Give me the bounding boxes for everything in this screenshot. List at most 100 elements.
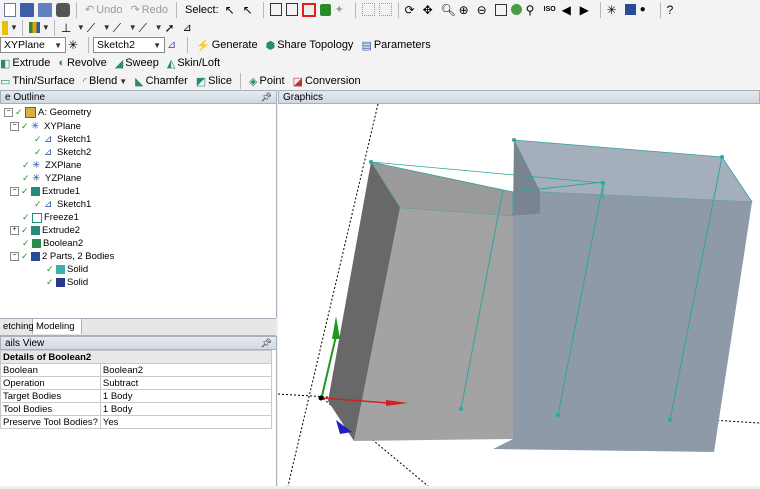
next-view-icon[interactable]: ▶ (580, 3, 594, 17)
select-filter-icon[interactable]: ↖ (243, 3, 257, 17)
property-value[interactable]: Yes (99, 415, 273, 429)
select-points-icon[interactable] (269, 3, 282, 16)
select-mode-icon[interactable]: ↖ (225, 3, 239, 17)
tab-sketching[interactable]: etching (0, 319, 34, 334)
vertex-point[interactable] (668, 418, 672, 422)
redo-button[interactable]: ↷ Redo (127, 1, 173, 19)
save-icon[interactable] (20, 2, 34, 17)
expand-icon[interactable]: + (10, 226, 19, 235)
display-point-icon[interactable]: ● (640, 3, 654, 17)
tree-node-solid-1[interactable]: ✓ Solid (46, 263, 88, 276)
right-block-front-face[interactable] (493, 192, 752, 452)
sweep-button[interactable]: ◢ Sweep (111, 54, 163, 72)
tree-node-extrude1-sketch1[interactable]: ✓ ⊿ Sketch1 (34, 198, 91, 211)
sketch-plane-icon[interactable]: ⊿ (183, 21, 197, 35)
tree-node-yzplane[interactable]: ✓ ✳ YZPlane (22, 172, 81, 185)
tree-node-geometry[interactable]: − ✓ A: Geometry (4, 106, 91, 119)
pointer-icon[interactable]: ➚ (165, 21, 179, 35)
property-value[interactable]: Boolean2 (99, 363, 273, 377)
new-icon[interactable] (4, 2, 16, 17)
thin-surface-button[interactable]: ▭ Thin/Surface (0, 72, 79, 90)
new-sketch-icon[interactable]: ⊿ (167, 38, 181, 52)
collapse-icon[interactable]: − (4, 108, 13, 117)
table-row[interactable]: Tool Bodies 1 Body (0, 402, 273, 416)
plane-select[interactable]: XYPlane ▼ (0, 37, 66, 53)
share-topology-button[interactable]: ⬢ Share Topology (262, 36, 358, 54)
chamfer-button[interactable]: ◣ Chamfer (131, 72, 192, 90)
select-edges-icon[interactable] (285, 3, 298, 16)
slice-button[interactable]: ◩ Slice (192, 72, 236, 90)
pin-icon[interactable]: 📌︎ (261, 92, 272, 103)
screenshot-icon[interactable] (56, 2, 70, 17)
tree-node-boolean2[interactable]: ✓ Boolean2 (22, 237, 83, 250)
save-as-icon[interactable] (38, 2, 52, 17)
zoom-box-icon[interactable] (494, 3, 507, 16)
zoom-out-icon[interactable]: ⊖ (477, 3, 491, 17)
point-button[interactable]: ◈ Point (245, 72, 289, 90)
extend-selection-icon[interactable]: ✦ (335, 3, 349, 17)
undo-button[interactable]: ↶ Undo (81, 1, 127, 19)
table-row[interactable]: Preserve Tool Bodies? Yes (0, 415, 273, 429)
plane-color-icon[interactable] (2, 20, 8, 35)
chevron-down-icon[interactable]: ▼ (10, 23, 18, 32)
select-bodies-icon[interactable] (319, 3, 331, 16)
vertex-point[interactable] (556, 413, 560, 417)
tree-node-zxplane[interactable]: ✓ ✳ ZXPlane (22, 159, 81, 172)
table-row[interactable]: Target Bodies 1 Body (0, 389, 273, 403)
select-faces-icon[interactable] (301, 2, 316, 17)
zoom-fit-icon[interactable] (510, 4, 522, 15)
graph-icon[interactable] (28, 22, 40, 33)
zoom-icon[interactable]: 🔍︎ (441, 3, 456, 17)
rotate-icon[interactable]: ⟳ (405, 3, 419, 17)
help-icon[interactable]: ? (667, 3, 681, 17)
table-row[interactable]: Boolean Boolean2 (0, 363, 273, 377)
table-row[interactable]: Operation Subtract (0, 376, 273, 390)
revolve-button[interactable]: ◐ Revolve (54, 54, 110, 72)
property-value[interactable]: Subtract (99, 376, 273, 390)
property-value[interactable]: 1 Body (99, 402, 273, 416)
tree-node-xyplane[interactable]: − ✓ ✳ XYPlane (10, 120, 81, 133)
iso-view-icon[interactable]: ISO (544, 3, 558, 17)
chevron-down-icon[interactable]: ▼ (155, 23, 163, 32)
parameters-button[interactable]: ▤ Parameters (357, 36, 434, 54)
vertex-point[interactable] (459, 407, 463, 411)
box-select-icon[interactable] (361, 3, 375, 16)
skin-loft-button[interactable]: ◭ Skin/Loft (163, 54, 224, 72)
property-value[interactable]: 1 Body (99, 389, 273, 403)
new-plane-icon[interactable]: ✳ (68, 38, 82, 52)
sketch-edit-icon[interactable]: ⟋ (139, 21, 153, 35)
new-sketch-icon[interactable]: ⟋ (113, 21, 127, 35)
vertex-point[interactable] (601, 181, 605, 185)
display-model-icon[interactable] (624, 4, 636, 15)
tree-node-parts-bodies[interactable]: − ✓ 2 Parts, 2 Bodies (10, 250, 114, 263)
magnifier-icon[interactable]: ⚲ (526, 3, 540, 17)
new-plane-icon[interactable]: ⊥ (61, 21, 75, 35)
box-select-2-icon[interactable] (378, 3, 392, 16)
chevron-down-icon[interactable]: ▼ (77, 23, 85, 32)
blend-button[interactable]: ◜ Blend ▼ (79, 72, 131, 90)
tree-node-sketch1[interactable]: ✓ ⊿ Sketch1 (34, 133, 91, 146)
vertex-point[interactable] (512, 138, 516, 142)
collapse-icon[interactable]: − (10, 122, 19, 131)
pin-icon[interactable]: 📌︎ (261, 338, 272, 349)
tab-modeling[interactable]: Modeling (33, 319, 82, 334)
tree-node-sketch2[interactable]: ✓ ⊿ Sketch2 (34, 146, 91, 159)
chevron-down-icon[interactable]: ▼ (42, 23, 50, 32)
vertex-point[interactable] (369, 160, 373, 164)
extrude-button[interactable]: ◧ Extrude (0, 54, 54, 72)
triad-icon[interactable]: ✳ (607, 3, 621, 17)
previous-view-icon[interactable]: ◀ (562, 3, 576, 17)
conversion-button[interactable]: ◪ Conversion (289, 72, 365, 90)
vertex-point[interactable] (720, 155, 724, 159)
tree-node-solid-2[interactable]: ✓ Solid (46, 276, 88, 289)
collapse-icon[interactable]: − (10, 252, 19, 261)
tree-node-extrude1[interactable]: − ✓ Extrude1 (10, 185, 80, 198)
sketch-select[interactable]: Sketch2 ▼ (93, 37, 165, 53)
collapse-icon[interactable]: − (10, 187, 19, 196)
pan-icon[interactable]: ✥ (423, 3, 437, 17)
chevron-down-icon[interactable]: ▼ (103, 23, 111, 32)
tree-node-extrude2[interactable]: + ✓ Extrude2 (10, 224, 80, 237)
chevron-down-icon[interactable]: ▼ (129, 23, 137, 32)
zoom-in-icon[interactable]: ⊕ (459, 3, 473, 17)
tree-node-freeze1[interactable]: ✓ Freeze1 (22, 211, 79, 224)
